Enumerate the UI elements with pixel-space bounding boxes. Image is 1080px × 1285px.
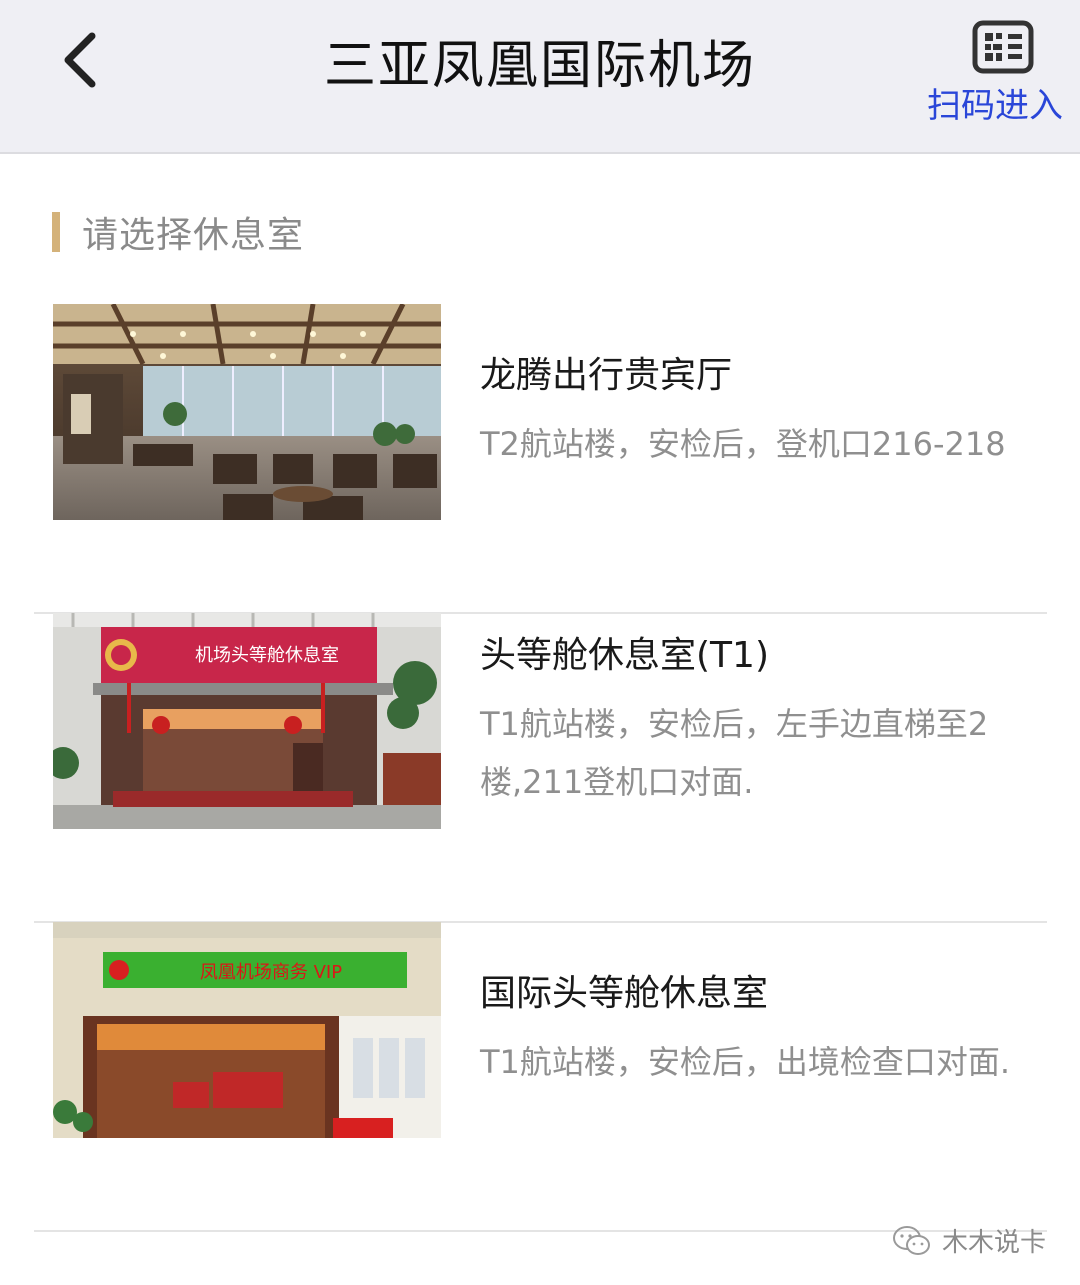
lounge-location: T1航站楼，安检后，左手边直梯至2楼,211登机口对面. — [480, 705, 989, 801]
lounge-name: 国际头等舱休息室 — [480, 973, 769, 1014]
section-header: 请选择休息室 — [52, 208, 304, 256]
lounge-item[interactable]: 龙腾出行贵宾厅 T2航站楼，安检后，登机口216-218 — [34, 304, 1047, 614]
scan-code-button[interactable]: 扫码进入 — [920, 18, 1070, 136]
lounge-info: 国际头等舱休息室 T1航站楼，安检后，出境检查口对面. — [480, 922, 1047, 1138]
watermark: 木木说卡 — [892, 1222, 1046, 1259]
lounge-name: 龙腾出行贵宾厅 — [480, 355, 733, 396]
section-accent-bar — [52, 212, 60, 252]
watermark-text: 木木说卡 — [941, 1228, 1046, 1258]
page-title: 三亚凤凰国际机场 — [323, 36, 756, 96]
lounge-name: 头等舱休息室(T1) — [480, 635, 769, 676]
scan-code-label: 扫码进入 — [927, 86, 1063, 126]
lounge-info: 龙腾出行贵宾厅 T2航站楼，安检后，登机口216-218 — [480, 304, 1047, 520]
lounge-info: 头等舱休息室(T1) T1航站楼，安检后，左手边直梯至2楼,211登机口对面. — [480, 613, 1047, 829]
section-title: 请选择休息室 — [82, 215, 305, 256]
qr-code-icon — [972, 20, 1034, 74]
lounge-sign-text: 凤凰机场商务 VIP — [200, 962, 342, 983]
lounge-photo: 机场头等舱休息室 — [53, 613, 441, 829]
lounge-photo: 凤凰机场商务 VIP — [53, 922, 441, 1138]
lounge-location: T2航站楼，安检后，登机口216-218 — [480, 425, 1006, 463]
lounge-item[interactable]: 凤凰机场商务 VIP 国际头等舱休息室 T1航站楼，安检后，出境检查口对面. — [34, 922, 1047, 1232]
lounge-photo — [53, 304, 441, 520]
lounge-item[interactable]: 机场头等舱休息室 头等舱休息室(T1) T1航站楼，安检后，左手边直梯至2楼,2… — [34, 613, 1047, 923]
wechat-icon — [892, 1225, 930, 1255]
lounge-location: T1航站楼，安检后，出境检查口对面. — [480, 1043, 1011, 1081]
nav-header: 三亚凤凰国际机场 扫码进入 — [0, 0, 1080, 154]
lounge-sign-text: 机场头等舱休息室 — [195, 645, 339, 666]
